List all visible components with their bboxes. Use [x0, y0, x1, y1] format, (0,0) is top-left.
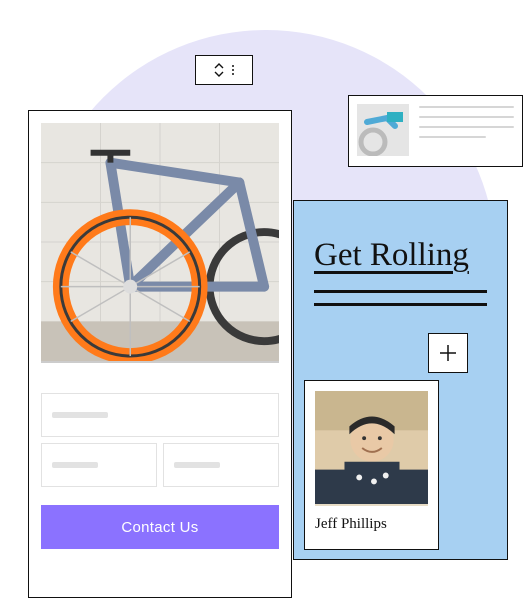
content-snippet-card[interactable]: [348, 95, 523, 167]
reorder-icon: [214, 63, 224, 77]
profile-photo: [315, 391, 428, 506]
plus-icon: [438, 343, 458, 363]
block-drag-handle[interactable]: [195, 55, 253, 85]
placeholder-line: [174, 462, 220, 468]
profile-name: Jeff Phillips: [315, 516, 428, 533]
mobile-preview-card: Contact Us: [28, 110, 292, 598]
add-block-button[interactable]: [428, 333, 468, 373]
cta-label: Contact Us: [121, 519, 198, 536]
more-icon: [232, 63, 234, 77]
placeholder-line: [52, 462, 98, 468]
hero-image: [41, 123, 279, 363]
form-field[interactable]: [41, 443, 157, 487]
placeholder-line: [52, 412, 108, 418]
contact-us-button[interactable]: Contact Us: [41, 505, 279, 549]
form-field[interactable]: [163, 443, 279, 487]
contact-form: [41, 393, 279, 487]
snippet-text-placeholder: [419, 104, 514, 158]
promo-title: Get Rolling: [314, 237, 487, 274]
form-field[interactable]: [41, 393, 279, 437]
divider: [314, 290, 487, 293]
snippet-thumbnail: [357, 104, 409, 156]
profile-card[interactable]: Jeff Phillips: [304, 380, 439, 550]
divider: [314, 303, 487, 306]
